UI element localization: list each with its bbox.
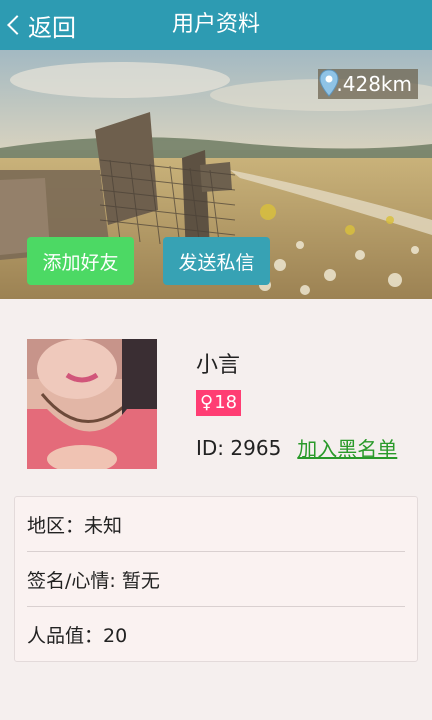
gender-age-badge: ♀ 18	[196, 390, 242, 416]
avatar-image	[27, 339, 157, 469]
distance-indicator: 4.428km	[317, 69, 418, 99]
id-line: ID: 2965 加入黑名单	[196, 433, 397, 462]
add-friend-button[interactable]: 添加好友	[27, 237, 134, 285]
signature-row: 签名/心情: 暂无	[27, 552, 405, 607]
top-bar: 返回 用户资料	[0, 0, 432, 50]
user-id: ID: 2965	[196, 435, 282, 460]
female-icon: ♀	[200, 392, 214, 413]
region-row: 地区：未知	[27, 497, 405, 552]
avatar[interactable]	[27, 339, 157, 469]
profile-section: 小言 ♀ 18 ID: 2965 加入黑名单 地区：未知 签名/心情: 暂无 人…	[0, 299, 432, 720]
location-pin-icon	[319, 69, 339, 97]
send-message-button[interactable]: 发送私信	[163, 237, 270, 285]
cover-photo: 4.428km 添加好友 发送私信	[0, 50, 432, 299]
add-to-blacklist-link[interactable]: 加入黑名单	[297, 433, 397, 462]
page-title: 用户资料	[171, 12, 260, 37]
age-value: 18	[214, 392, 238, 413]
karma-row: 人品值：20	[27, 624, 128, 647]
user-name: 小言	[196, 353, 241, 378]
info-card: 地区：未知 签名/心情: 暂无 人品值：20	[14, 496, 418, 662]
